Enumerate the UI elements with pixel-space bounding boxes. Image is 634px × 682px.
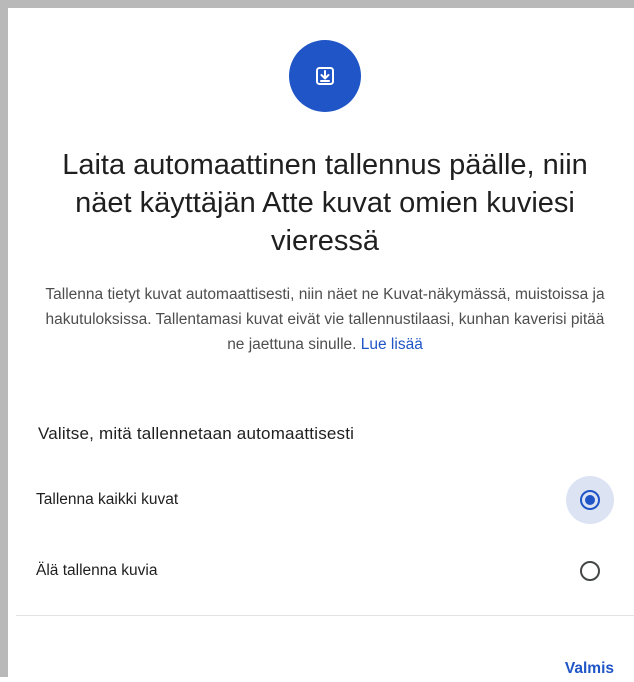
- download-glyph: [316, 67, 334, 85]
- radio-checked-icon: [580, 490, 600, 510]
- footer-divider: [16, 615, 634, 616]
- radio-dot: [585, 495, 595, 505]
- window-frame: Laita automaattinen tallennus päälle, ni…: [0, 0, 634, 677]
- choose-section-title: Valitse, mitä tallennetaan automaattises…: [38, 424, 355, 443]
- dialog-title: Laita automaattinen tallennus päälle, ni…: [62, 149, 588, 257]
- option-save-all-photos[interactable]: Tallenna kaikki kuvat: [16, 472, 634, 528]
- radio-unchecked-icon: [580, 561, 600, 581]
- option-dont-save-photos[interactable]: Älä tallenna kuvia: [16, 543, 634, 599]
- radio-save-all-photos[interactable]: [566, 476, 614, 524]
- radio-dont-save-photos[interactable]: [566, 547, 614, 595]
- done-button[interactable]: Valmis: [565, 656, 614, 682]
- download-to-box-icon: [289, 40, 361, 112]
- description-text: Tallenna tietyt kuvat automaattisesti, n…: [45, 286, 605, 353]
- option-label: Tallenna kaikki kuvat: [36, 491, 179, 508]
- dialog-description: Tallenna tietyt kuvat automaattisesti, n…: [40, 282, 610, 357]
- auto-save-dialog: Laita automaattinen tallennus päälle, ni…: [16, 16, 634, 677]
- option-label: Älä tallenna kuvia: [36, 562, 158, 579]
- learn-more-link[interactable]: Lue lisää: [361, 336, 423, 353]
